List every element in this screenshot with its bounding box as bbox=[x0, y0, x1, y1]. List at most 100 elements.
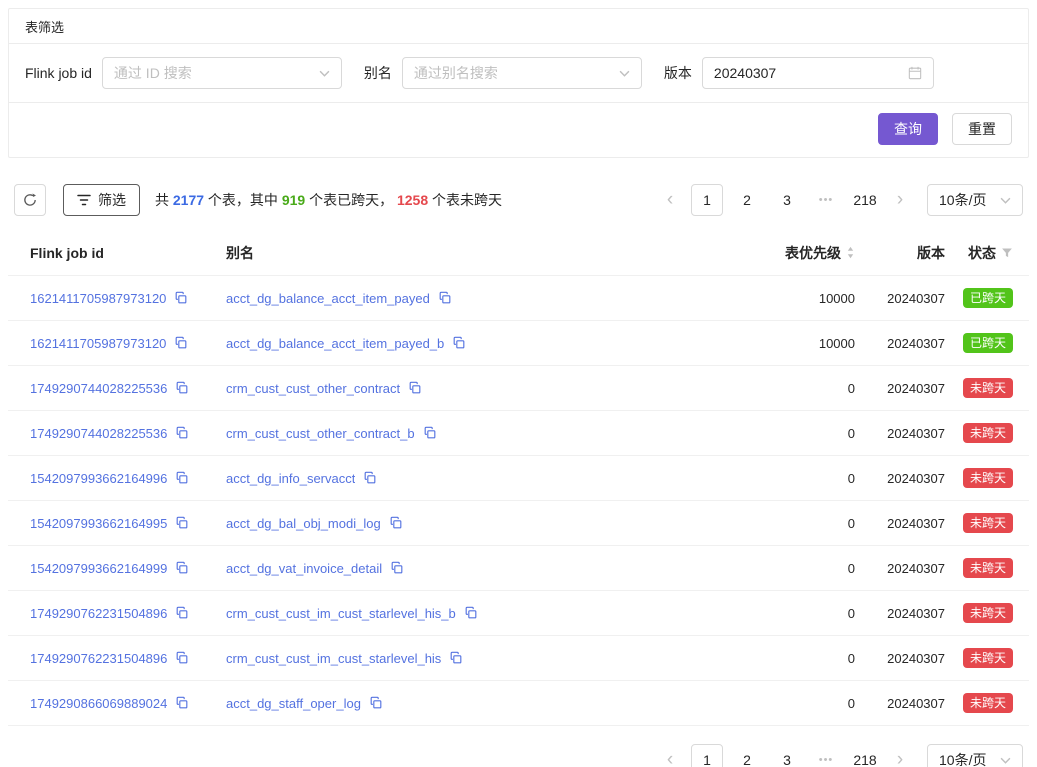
pagination-ellipsis[interactable]: ••• bbox=[811, 754, 841, 766]
alias-cell: crm_cust_cust_other_contract_b bbox=[226, 426, 735, 441]
copy-icon[interactable] bbox=[464, 606, 478, 620]
page-button-218[interactable]: 218 bbox=[849, 744, 881, 767]
alias-cell: crm_cust_cust_other_contract bbox=[226, 381, 735, 396]
copy-icon[interactable] bbox=[175, 426, 189, 440]
filter-panel: 表筛选 Flink job id 通过 ID 搜索 别名 通过别名搜索 bbox=[8, 8, 1029, 158]
page-button-218[interactable]: 218 bbox=[849, 184, 881, 216]
status-cell: 未跨天 bbox=[945, 378, 1013, 398]
version-header-label: 版本 bbox=[917, 243, 945, 263]
version-cell: 20240307 bbox=[855, 336, 945, 351]
page: 表筛选 Flink job id 通过 ID 搜索 别名 通过别名搜索 bbox=[0, 0, 1037, 767]
page-size-select[interactable]: 10条/页 bbox=[927, 184, 1023, 216]
flink-job-id-link[interactable]: 1621411705987973120 bbox=[30, 336, 166, 351]
flink-job-id-link[interactable]: 1621411705987973120 bbox=[30, 291, 166, 306]
next-page-button[interactable]: › bbox=[887, 744, 913, 767]
flink-job-id-link[interactable]: 1749290762231504896 bbox=[30, 606, 167, 621]
copy-icon[interactable] bbox=[175, 606, 189, 620]
filter-funnel-icon[interactable] bbox=[1001, 247, 1013, 259]
version-cell: 20240307 bbox=[855, 561, 945, 576]
copy-icon[interactable] bbox=[369, 696, 383, 710]
column-header-status[interactable]: 状态 bbox=[945, 243, 1013, 263]
page-button-3[interactable]: 3 bbox=[771, 744, 803, 767]
page-size-select[interactable]: 10条/页 bbox=[927, 744, 1023, 767]
flink-job-id-link[interactable]: 1542097993662164995 bbox=[30, 516, 167, 531]
page-button-3[interactable]: 3 bbox=[771, 184, 803, 216]
copy-icon[interactable] bbox=[175, 516, 189, 530]
summary-part: 个表已跨天， bbox=[305, 192, 397, 208]
copy-icon[interactable] bbox=[452, 336, 466, 350]
calendar-icon bbox=[908, 66, 922, 80]
copy-icon[interactable] bbox=[174, 336, 188, 350]
flink-job-id-link[interactable]: 1749290762231504896 bbox=[30, 651, 167, 666]
version-date-input[interactable]: 20240307 bbox=[702, 57, 934, 89]
status-cell: 未跨天 bbox=[945, 558, 1013, 578]
reset-button[interactable]: 重置 bbox=[952, 113, 1012, 145]
chevron-down-icon bbox=[319, 70, 330, 77]
copy-icon[interactable] bbox=[408, 381, 422, 395]
flink-job-id-cell: 1749290762231504896 bbox=[30, 651, 226, 666]
column-header-priority[interactable]: 表优先级 bbox=[735, 243, 855, 263]
column-header-flink-job-id: Flink job id bbox=[30, 245, 226, 261]
copy-icon[interactable] bbox=[175, 651, 189, 665]
page-button-1[interactable]: 1 bbox=[691, 184, 723, 216]
alias-link[interactable]: acct_dg_staff_oper_log bbox=[226, 696, 361, 711]
flink-job-id-cell: 1749290744028225536 bbox=[30, 381, 226, 396]
alias-link[interactable]: acct_dg_vat_invoice_detail bbox=[226, 561, 382, 576]
not-crossed-count: 1258 bbox=[397, 192, 428, 208]
alias-link[interactable]: acct_dg_info_servacct bbox=[226, 471, 355, 486]
status-cell: 未跨天 bbox=[945, 468, 1013, 488]
sort-icon[interactable] bbox=[846, 246, 855, 259]
table-header-row: Flink job id 别名 表优先级 版本 状态 bbox=[8, 230, 1029, 276]
copy-icon[interactable] bbox=[423, 426, 437, 440]
alias-link[interactable]: acct_dg_balance_acct_item_payed_b bbox=[226, 336, 444, 351]
copy-icon[interactable] bbox=[363, 471, 377, 485]
prev-page-button[interactable]: ‹ bbox=[657, 184, 683, 216]
flink-job-id-cell: 1749290866069889024 bbox=[30, 696, 226, 711]
filter-lines-icon bbox=[77, 194, 91, 206]
filter-button[interactable]: 筛选 bbox=[63, 184, 140, 216]
alias-link[interactable]: crm_cust_cust_other_contract_b bbox=[226, 426, 415, 441]
copy-icon[interactable] bbox=[389, 516, 403, 530]
flink-job-id-link[interactable]: 1749290866069889024 bbox=[30, 696, 167, 711]
alias-link[interactable]: acct_dg_bal_obj_modi_log bbox=[226, 516, 381, 531]
flink-job-id-link[interactable]: 1542097993662164996 bbox=[30, 471, 167, 486]
flink-job-id-link[interactable]: 1542097993662164999 bbox=[30, 561, 167, 576]
flink-job-id-link[interactable]: 1749290744028225536 bbox=[30, 381, 167, 396]
flink-job-id-link[interactable]: 1749290744028225536 bbox=[30, 426, 167, 441]
search-button[interactable]: 查询 bbox=[878, 113, 938, 145]
status-cell: 未跨天 bbox=[945, 603, 1013, 623]
copy-icon[interactable] bbox=[174, 291, 188, 305]
next-page-button[interactable]: › bbox=[887, 184, 913, 216]
copy-icon[interactable] bbox=[175, 561, 189, 575]
prev-page-button[interactable]: ‹ bbox=[657, 744, 683, 767]
alias-select[interactable]: 通过别名搜索 bbox=[402, 57, 642, 89]
copy-icon[interactable] bbox=[449, 651, 463, 665]
copy-icon[interactable] bbox=[390, 561, 404, 575]
column-header-version: 版本 bbox=[855, 243, 945, 263]
alias-link[interactable]: acct_dg_balance_acct_item_payed bbox=[226, 291, 430, 306]
copy-icon[interactable] bbox=[175, 381, 189, 395]
refresh-button[interactable] bbox=[14, 184, 46, 216]
filter-fields-row: Flink job id 通过 ID 搜索 别名 通过别名搜索 bbox=[9, 44, 1028, 103]
priority-cell: 0 bbox=[735, 696, 855, 711]
copy-icon[interactable] bbox=[175, 471, 189, 485]
page-button-2[interactable]: 2 bbox=[731, 744, 763, 767]
status-badge: 未跨天 bbox=[963, 378, 1013, 398]
priority-cell: 10000 bbox=[735, 336, 855, 351]
version-label: 版本 bbox=[664, 63, 692, 83]
pagination-top: ‹123 ••• 218› bbox=[657, 184, 913, 216]
chevron-down-icon bbox=[619, 70, 630, 77]
page-button-2[interactable]: 2 bbox=[731, 184, 763, 216]
copy-icon[interactable] bbox=[175, 696, 189, 710]
page-button-1[interactable]: 1 bbox=[691, 744, 723, 767]
flink-job-id-cell: 1542097993662164999 bbox=[30, 561, 226, 576]
status-badge: 未跨天 bbox=[963, 648, 1013, 668]
page-size-value: 10条/页 bbox=[939, 750, 986, 767]
copy-icon[interactable] bbox=[438, 291, 452, 305]
alias-link[interactable]: crm_cust_cust_im_cust_starlevel_his bbox=[226, 651, 441, 666]
priority-cell: 10000 bbox=[735, 291, 855, 306]
flink-job-id-select[interactable]: 通过 ID 搜索 bbox=[102, 57, 342, 89]
alias-link[interactable]: crm_cust_cust_other_contract bbox=[226, 381, 400, 396]
pagination-ellipsis[interactable]: ••• bbox=[811, 194, 841, 206]
alias-link[interactable]: crm_cust_cust_im_cust_starlevel_his_b bbox=[226, 606, 456, 621]
